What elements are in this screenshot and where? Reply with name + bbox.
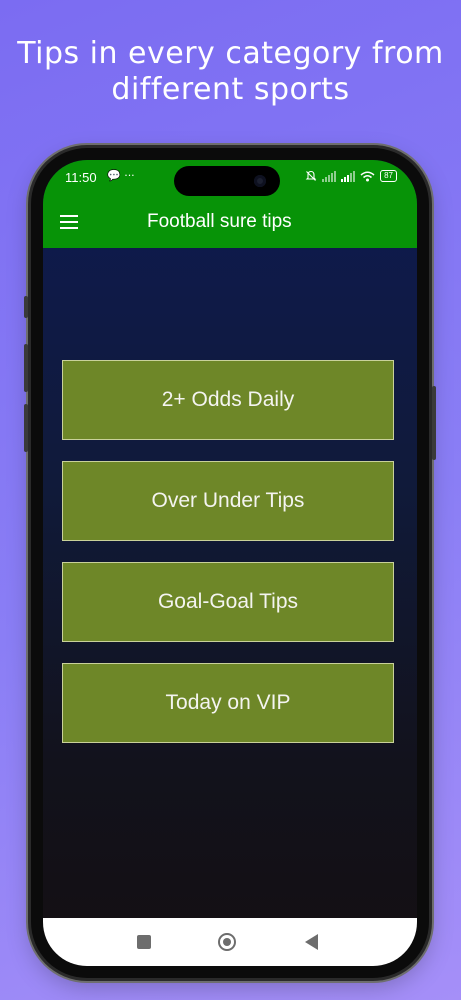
today-on-vip-button[interactable]: Today on VIP xyxy=(62,663,394,743)
status-time: 11:50 xyxy=(65,170,97,185)
hamburger-menu-icon[interactable] xyxy=(60,215,78,229)
headline-line-1: Tips in every category from xyxy=(17,36,444,71)
status-bar: 11:50 💬 ··· 87 xyxy=(43,160,417,198)
home-circle-icon[interactable] xyxy=(218,933,236,951)
front-camera-icon xyxy=(254,175,266,187)
odds-daily-button[interactable]: 2+ Odds Daily xyxy=(62,360,394,440)
headline-line-2: different sports xyxy=(111,72,350,107)
battery-icon: 87 xyxy=(380,170,397,182)
phone-screen: 11:50 💬 ··· 87 Football sure tips 2+ Odd… xyxy=(43,160,417,966)
back-triangle-icon[interactable] xyxy=(305,934,318,950)
app-title: Football sure tips xyxy=(147,211,292,232)
phone-volume-up-button xyxy=(24,344,28,392)
phone-volume-down-button xyxy=(24,404,28,452)
app-bar: Football sure tips xyxy=(43,198,417,248)
recents-square-icon[interactable] xyxy=(137,935,151,949)
wifi-icon xyxy=(360,171,375,181)
mute-icon xyxy=(305,170,317,181)
message-icon: 💬 ··· xyxy=(107,169,135,182)
phone-side-button xyxy=(24,296,28,318)
phone-power-button xyxy=(432,386,436,460)
phone-frame: 11:50 💬 ··· 87 Football sure tips 2+ Odd… xyxy=(24,148,436,978)
signal-icon xyxy=(341,170,356,182)
goal-goal-tips-button[interactable]: Goal-Goal Tips xyxy=(62,562,394,642)
system-nav-bar xyxy=(43,918,417,966)
signal-icon xyxy=(322,170,337,182)
status-right-icons: 87 xyxy=(305,170,397,182)
promo-headline: Tips in every category from different sp… xyxy=(0,36,461,108)
over-under-tips-button[interactable]: Over Under Tips xyxy=(62,461,394,541)
dynamic-island xyxy=(174,166,280,196)
